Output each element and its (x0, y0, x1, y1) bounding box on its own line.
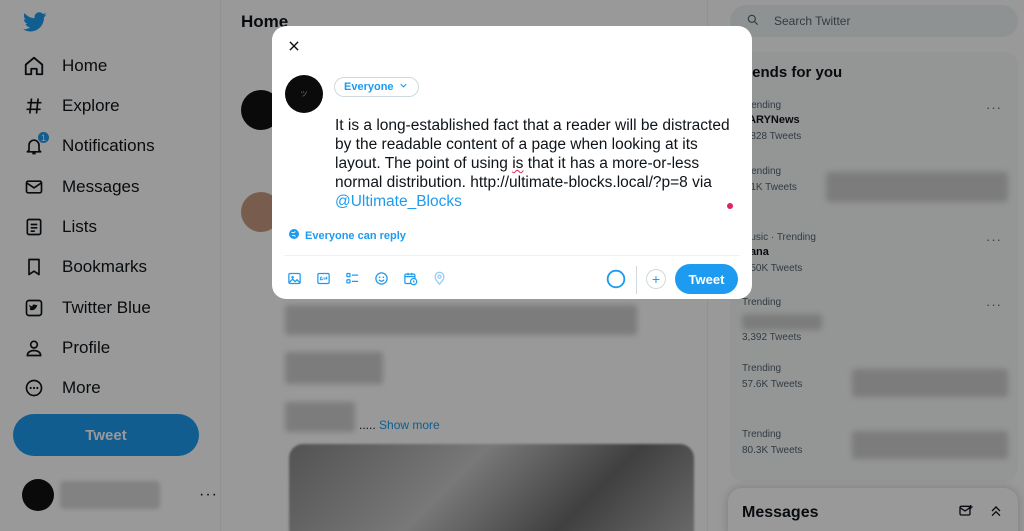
reply-settings-button[interactable]: Everyone can reply (288, 228, 406, 243)
misspelled-word: is (512, 155, 524, 172)
emoji-icon[interactable] (373, 270, 389, 286)
reply-settings-label: Everyone can reply (305, 229, 406, 242)
audience-label: Everyone (344, 81, 394, 93)
chevron-down-icon (398, 80, 409, 94)
mention-link[interactable]: @Ultimate_Blocks (335, 193, 462, 210)
close-button[interactable] (284, 38, 304, 58)
globe-icon (288, 228, 300, 243)
poll-icon[interactable] (344, 270, 360, 286)
divider (284, 255, 740, 256)
media-icon[interactable] (286, 270, 302, 286)
audience-selector[interactable]: Everyone (334, 77, 419, 97)
schedule-icon[interactable] (402, 270, 418, 286)
tweet-submit-button[interactable]: Tweet (675, 264, 738, 294)
compose-tweet-dialog: ツ Everyone It is a long-established fact… (272, 26, 752, 299)
tweet-textarea[interactable]: It is a long-established fact that a rea… (335, 116, 735, 211)
add-tweet-button[interactable]: + (646, 269, 666, 289)
location-icon[interactable] (431, 270, 447, 286)
character-progress-ring (606, 269, 626, 289)
close-icon (287, 39, 301, 58)
gif-icon[interactable] (315, 270, 331, 286)
divider (636, 266, 637, 294)
compose-toolbar (286, 270, 447, 286)
character-limit-indicator (727, 203, 733, 209)
avatar[interactable]: ツ (285, 75, 323, 113)
